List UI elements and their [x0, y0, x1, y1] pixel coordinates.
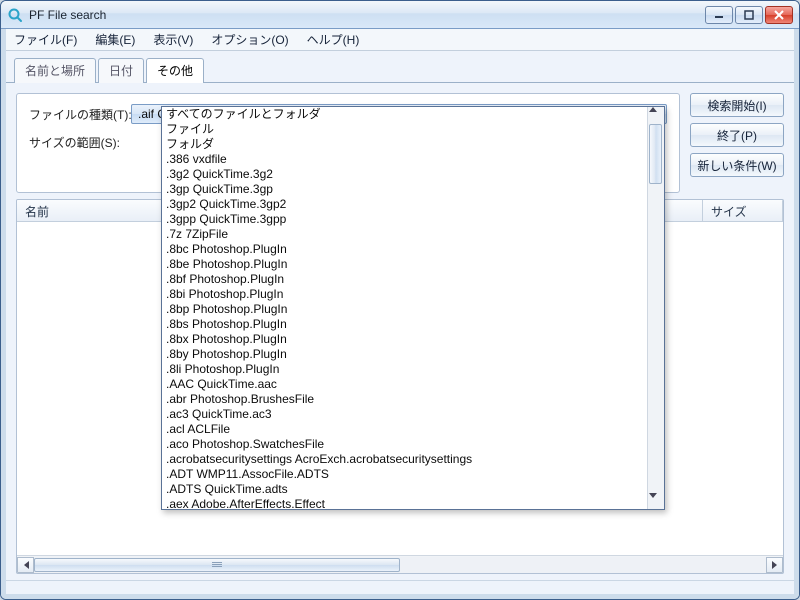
scroll-up-button[interactable] — [649, 107, 664, 124]
dropdown-option[interactable]: .8bc Photoshop.PlugIn — [162, 242, 647, 257]
dropdown-scrollbar[interactable] — [647, 107, 664, 509]
scroll-thumb-vertical[interactable] — [649, 124, 662, 184]
dropdown-option[interactable]: .8bp Photoshop.PlugIn — [162, 302, 647, 317]
scroll-thumb[interactable] — [34, 558, 400, 572]
tab-date[interactable]: 日付 — [98, 58, 144, 83]
dropdown-option[interactable]: .8bf Photoshop.PlugIn — [162, 272, 647, 287]
dropdown-option[interactable]: .8by Photoshop.PlugIn — [162, 347, 647, 362]
window-buttons — [705, 6, 793, 24]
menu-view[interactable]: 表示(V) — [153, 31, 193, 48]
scroll-left-button[interactable] — [17, 557, 34, 573]
dropdown-option[interactable]: .abr Photoshop.BrushesFile — [162, 392, 647, 407]
dropdown-option[interactable]: .acrobatsecuritysettings AcroExch.acroba… — [162, 452, 647, 467]
status-bar — [6, 580, 794, 594]
dropdown-option[interactable]: .3gp2 QuickTime.3gp2 — [162, 197, 647, 212]
dropdown-option[interactable]: .8bi Photoshop.PlugIn — [162, 287, 647, 302]
dropdown-option[interactable]: .8be Photoshop.PlugIn — [162, 257, 647, 272]
dropdown-option[interactable]: .7z 7ZipFile — [162, 227, 647, 242]
dropdown-option[interactable]: .ac3 QuickTime.ac3 — [162, 407, 647, 422]
dropdown-option[interactable]: .ADTS QuickTime.adts — [162, 482, 647, 497]
size-range-label: サイズの範囲(S): — [29, 134, 125, 151]
menu-bar: ファイル(F) 編集(E) 表示(V) オプション(O) ヘルプ(H) — [6, 29, 794, 51]
dropdown-option[interactable]: .3g2 QuickTime.3g2 — [162, 167, 647, 182]
menu-file[interactable]: ファイル(F) — [14, 31, 77, 48]
scroll-track[interactable] — [34, 557, 766, 573]
action-buttons: 検索開始(I) 終了(P) 新しい条件(W) — [690, 93, 784, 177]
window-title: PF File search — [29, 8, 705, 22]
dropdown-option[interactable]: フォルダ — [162, 137, 647, 152]
maximize-button[interactable] — [735, 6, 763, 24]
dropdown-option[interactable]: .acl ACLFile — [162, 422, 647, 437]
tab-strip: 名前と場所 日付 その他 — [6, 51, 794, 83]
exit-button[interactable]: 終了(P) — [690, 123, 784, 147]
dropdown-option[interactable]: .aex Adobe.AfterEffects.Effect — [162, 497, 647, 509]
dropdown-option[interactable]: .aco Photoshop.SwatchesFile — [162, 437, 647, 452]
app-icon — [7, 7, 23, 23]
dropdown-option[interactable]: .3gpp QuickTime.3gpp — [162, 212, 647, 227]
menu-help[interactable]: ヘルプ(H) — [307, 31, 360, 48]
scroll-right-button[interactable] — [766, 557, 783, 573]
title-bar[interactable]: PF File search — [1, 1, 799, 29]
scroll-track-vertical[interactable] — [648, 124, 664, 492]
dropdown-option[interactable]: .AAC QuickTime.aac — [162, 377, 647, 392]
filetype-label: ファイルの種類(T): — [29, 106, 125, 123]
new-condition-button[interactable]: 新しい条件(W) — [690, 153, 784, 177]
close-button[interactable] — [765, 6, 793, 24]
dropdown-option[interactable]: ファイル — [162, 122, 647, 137]
dropdown-option[interactable]: .8bs Photoshop.PlugIn — [162, 317, 647, 332]
filetype-dropdown[interactable]: すべてのファイルとフォルダファイルフォルダ.386 vxdfile.3g2 Qu… — [161, 106, 665, 510]
search-start-button[interactable]: 検索開始(I) — [690, 93, 784, 117]
minimize-button[interactable] — [705, 6, 733, 24]
tab-other[interactable]: その他 — [146, 58, 204, 83]
column-size[interactable]: サイズ(Byte — [703, 200, 783, 221]
dropdown-option[interactable]: .3gp QuickTime.3gp — [162, 182, 647, 197]
dropdown-list[interactable]: すべてのファイルとフォルダファイルフォルダ.386 vxdfile.3g2 Qu… — [162, 107, 647, 509]
dropdown-option[interactable]: .8bx Photoshop.PlugIn — [162, 332, 647, 347]
scroll-down-button[interactable] — [649, 492, 664, 509]
dropdown-option[interactable]: すべてのファイルとフォルダ — [162, 107, 647, 122]
dropdown-option[interactable]: .386 vxdfile — [162, 152, 647, 167]
tab-name-location[interactable]: 名前と場所 — [14, 58, 96, 83]
horizontal-scrollbar[interactable] — [17, 555, 783, 573]
menu-option[interactable]: オプション(O) — [211, 31, 288, 48]
dropdown-option[interactable]: .ADT WMP11.AssocFile.ADTS — [162, 467, 647, 482]
menu-edit[interactable]: 編集(E) — [95, 31, 135, 48]
dropdown-option[interactable]: .8li Photoshop.PlugIn — [162, 362, 647, 377]
